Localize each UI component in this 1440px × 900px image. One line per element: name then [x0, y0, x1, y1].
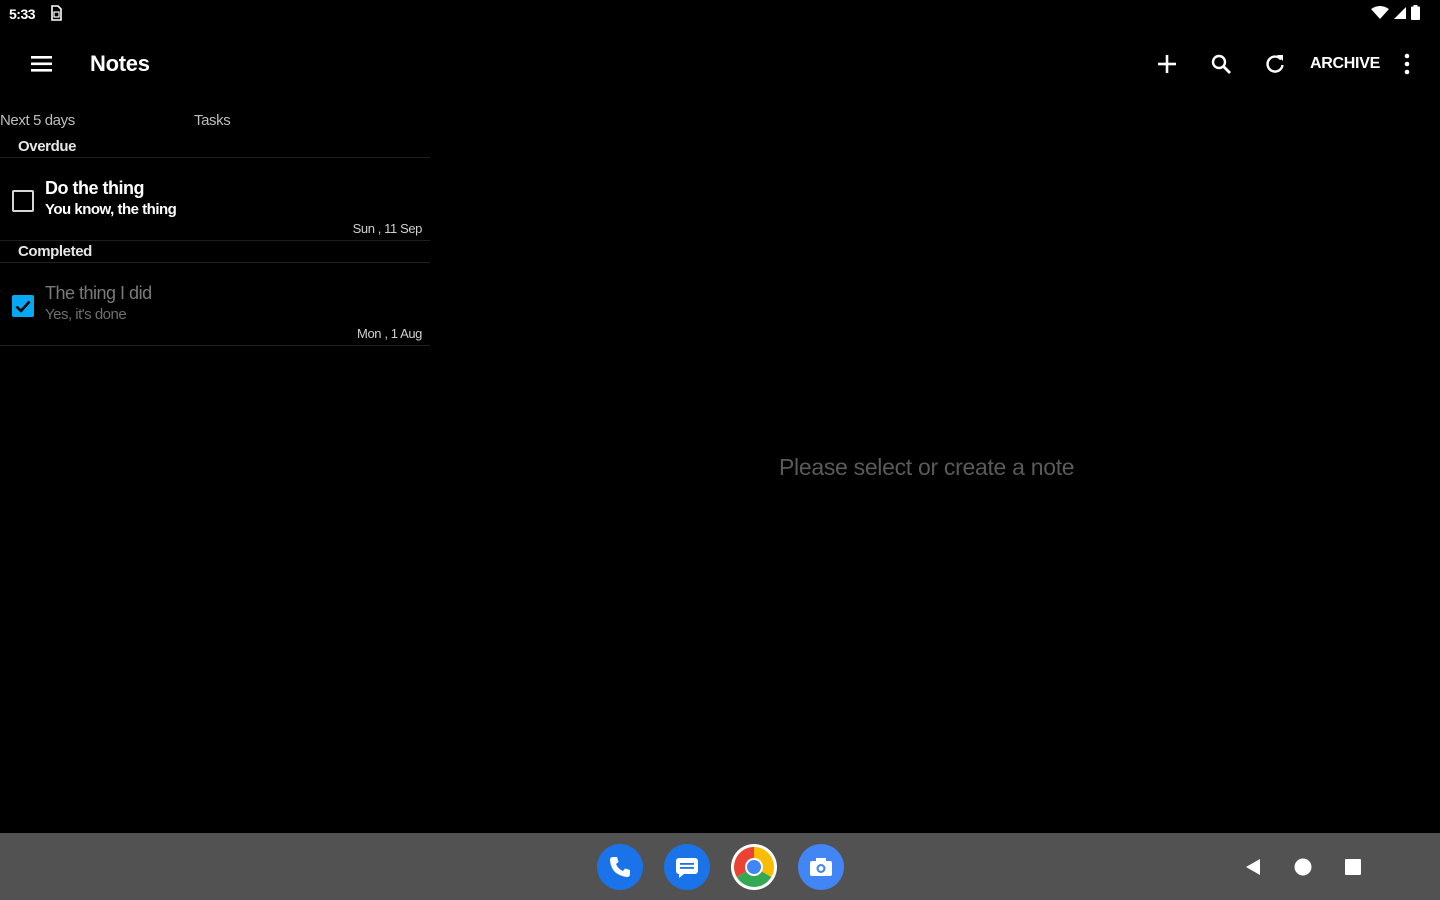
cellular-signal-icon [1393, 6, 1407, 25]
back-icon[interactable] [1240, 854, 1266, 880]
task-subtitle: You know, the thing [45, 201, 177, 218]
more-vertical-icon[interactable] [1394, 46, 1420, 82]
app-title: Notes [90, 51, 150, 76]
empty-detail-placeholder: Please select or create a note [779, 454, 1075, 480]
camera-icon[interactable] [798, 844, 844, 890]
task-checkbox[interactable] [12, 190, 34, 212]
plus-icon[interactable] [1150, 46, 1184, 82]
section-header-overdue: Overdue [18, 138, 77, 155]
chrome-icon[interactable] [731, 844, 777, 890]
refresh-icon[interactable] [1258, 46, 1292, 82]
task-row[interactable]: The thing I did Yes, it's done Mon , 1 A… [0, 281, 430, 361]
status-time: 5:33 [9, 6, 36, 22]
navigation-bar [0, 833, 1440, 900]
task-title: Do the thing [45, 178, 144, 198]
battery-icon [1411, 5, 1420, 25]
task-date: Mon , 1 Aug [357, 326, 422, 341]
divider [0, 262, 430, 263]
checkmark-icon [15, 300, 31, 313]
archive-button[interactable]: ARCHIVE [1306, 46, 1384, 82]
section-header-completed: Completed [18, 243, 92, 260]
divider [0, 345, 430, 346]
status-bar: 5:33 [0, 0, 1440, 28]
hamburger-menu-icon[interactable] [22, 47, 60, 81]
wifi-icon [1371, 5, 1389, 25]
tab-next-5-days[interactable]: Next 5 days [0, 112, 75, 129]
search-icon[interactable] [1204, 46, 1238, 82]
messages-icon[interactable] [664, 844, 710, 890]
divider [0, 240, 430, 241]
phone-icon[interactable] [597, 844, 643, 890]
home-icon[interactable] [1290, 854, 1316, 880]
app-screen: 5:33 Notes ARCHIVE Next 5 days Tasks Ove… [0, 0, 1440, 900]
app-toolbar: Notes ARCHIVE [0, 30, 1440, 98]
task-date: Sun , 11 Sep [352, 221, 423, 236]
sim-card-icon [50, 5, 62, 21]
recents-icon[interactable] [1340, 854, 1366, 880]
tab-tasks[interactable]: Tasks [194, 112, 231, 129]
task-title: The thing I did [45, 283, 152, 303]
status-icons [1371, 5, 1420, 25]
task-checkbox-checked[interactable] [12, 295, 34, 317]
task-subtitle: Yes, it's done [45, 306, 127, 323]
divider [0, 157, 430, 158]
